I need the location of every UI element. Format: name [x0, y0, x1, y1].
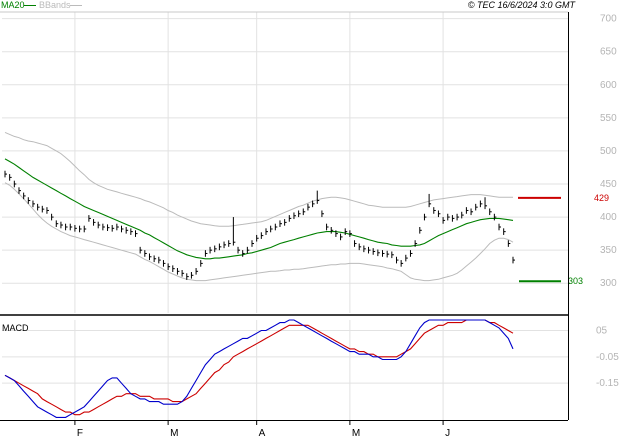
stock-chart: MA20 BBands © TEC 16/6/2024 3:0 GMT 429 3…: [0, 0, 627, 440]
price-y-tick-label: 300: [600, 278, 617, 289]
x-tick-label: F: [77, 428, 83, 439]
x-tick-label: J: [445, 428, 450, 439]
macd-grid: [2, 320, 568, 420]
price-y-tick-label: 500: [600, 146, 617, 157]
price-y-tick-label: 400: [600, 212, 617, 223]
macd-y-tick-label: -0.15: [596, 378, 619, 389]
price-y-tick-label: 450: [600, 179, 617, 190]
x-tick-label: M: [170, 428, 178, 439]
macd-signal-line: [4, 319, 514, 416]
macd-panel-title: MACD: [2, 323, 29, 333]
bollinger-bands: [4, 131, 514, 282]
chart-frame: [0, 11, 569, 421]
price-y-tick-label: 600: [600, 80, 617, 91]
ma20-line: [4, 158, 514, 260]
price-y-tick-label: 650: [600, 47, 617, 58]
price-y-tick-label: 350: [600, 245, 617, 256]
price-y-tick-label: 700: [600, 14, 617, 25]
support-level-label: 303: [568, 276, 583, 286]
resistance-level-label: 429: [594, 193, 609, 203]
chart-canvas: 429 303 700 650 600 550 500 450 400 350 300 05 -0.…: [0, 11, 619, 439]
ma20-line-group: [4, 158, 514, 260]
macd-y-tick-label: -0.05: [596, 352, 619, 363]
bbands-lower-line: [4, 182, 514, 282]
price-grid: [2, 12, 568, 313]
macd-y-tick-label: 05: [596, 326, 608, 337]
bbands-upper-line: [4, 131, 513, 227]
price-bars: [4, 170, 515, 280]
level-markers: 429 303: [518, 193, 609, 286]
macd-lines: [4, 319, 514, 418]
x-tick-label: M: [352, 428, 360, 439]
macd-y-axis: 05 -0.05 -0.15: [596, 326, 619, 390]
macd-line: [4, 319, 514, 418]
price-y-tick-label: 550: [600, 113, 617, 124]
x-tick-label: A: [259, 428, 266, 439]
price-y-axis: 700 650 600 550 500 450 400 350 300: [600, 14, 617, 290]
x-axis: FMAMJ: [74, 420, 450, 439]
